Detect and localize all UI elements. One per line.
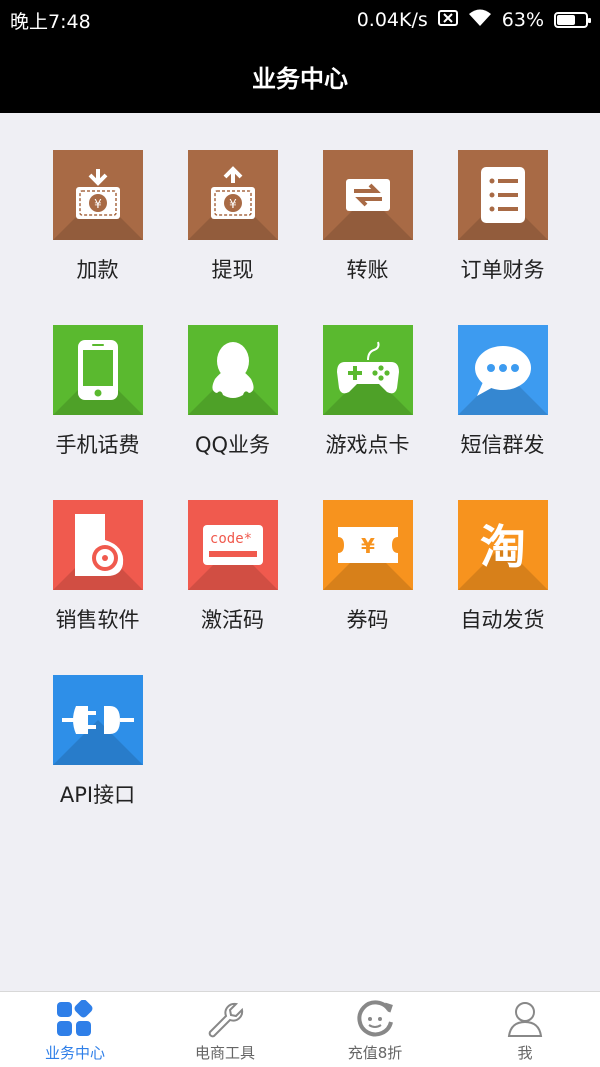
tile-sell-software[interactable]: 销售软件 (30, 500, 165, 660)
order-list-icon (480, 167, 525, 223)
header: 业务中心 (0, 40, 600, 113)
wallet-deposit-icon: ¥ (75, 169, 120, 219)
wifi-icon (468, 9, 492, 32)
tile-mobile-topup[interactable]: 手机话费 (30, 325, 165, 485)
status-indicators: 0.04K/s 63% (356, 9, 591, 32)
network-speed: 0.04K/s (356, 9, 428, 31)
sms-bubble-icon (474, 346, 531, 396)
tile-add-funds[interactable]: ¥ 加款 (30, 150, 165, 310)
tile-label: 订单财务 (460, 258, 545, 282)
nav-item-business-center[interactable]: 业务中心 (0, 992, 150, 1067)
coupon-icon: ¥ (337, 527, 398, 563)
tile-icon-bg (322, 150, 413, 240)
tile-label: 短信群发 (460, 433, 545, 457)
svg-text:code*: code* (209, 531, 251, 547)
tile-qq-service[interactable]: QQ业务 (165, 325, 300, 485)
tile-icon-bg (457, 325, 548, 415)
tile-label: 手机话费 (55, 433, 140, 457)
tile-label: 自动发货 (460, 608, 545, 632)
tile-withdraw[interactable]: ¥ 提现 (165, 150, 300, 310)
tile-label: 转账 (346, 258, 389, 282)
software-disc-icon (74, 514, 123, 576)
taobao-icon: 淘 (480, 520, 526, 573)
person-icon (507, 1002, 543, 1037)
tile-icon-bg (52, 325, 143, 415)
svg-text:¥: ¥ (94, 197, 102, 211)
grid-apps-icon (57, 1000, 93, 1036)
nav-item-recharge-discount[interactable]: 充值8折 (300, 992, 450, 1067)
battery-percent: 63% (501, 9, 544, 31)
nav-label: 电商工具 (194, 1044, 255, 1062)
nav-label: 充值8折 (347, 1044, 403, 1062)
no-sim-icon (437, 9, 458, 31)
tile-label: 游戏点卡 (325, 433, 410, 457)
battery-icon (554, 12, 591, 28)
svg-text:¥: ¥ (229, 197, 237, 211)
tile-icon-bg: ¥ (187, 150, 278, 240)
phone-icon (77, 340, 118, 400)
tile-label: 提现 (211, 258, 254, 282)
page-title: 业务中心 (252, 65, 348, 93)
nav-item-me[interactable]: 我 (450, 992, 600, 1067)
tile-sms-bulk[interactable]: 短信群发 (435, 325, 570, 485)
tile-label: 券码 (346, 608, 389, 632)
status-bar: 晚上7:48 0.04K/s 63% (0, 0, 600, 40)
status-time: 晚上7:48 (10, 10, 91, 33)
gamepad-icon (336, 341, 399, 394)
tile-label: API接口 (59, 783, 136, 807)
smiley-face-icon (357, 1000, 393, 1037)
tile-game-cards[interactable]: 游戏点卡 (300, 325, 435, 485)
transfer-icon (345, 179, 390, 211)
nav-item-ecommerce-tools[interactable]: 电商工具 (150, 992, 300, 1067)
tile-auto-ship[interactable]: 淘 自动发货 (435, 500, 570, 660)
svg-text:¥: ¥ (361, 534, 375, 558)
bottom-nav: 业务中心 电商工具 充值8折 我 (0, 991, 600, 1067)
tile-icon-bg: ¥ (52, 150, 143, 240)
tile-icon-bg: 淘 (457, 500, 548, 590)
api-plug-icon (61, 706, 134, 734)
svg-text:淘: 淘 (480, 520, 526, 573)
nav-label: 我 (517, 1044, 533, 1062)
tile-label: QQ业务 (194, 433, 271, 457)
tile-icon-bg (52, 675, 143, 765)
tile-label: 加款 (76, 258, 119, 282)
tile-icon-bg (52, 500, 143, 590)
tile-icon-bg (187, 325, 278, 415)
tile-icon-bg: code* (187, 500, 278, 590)
activation-code-icon: code* (202, 525, 263, 565)
tile-api[interactable]: API接口 (30, 675, 165, 835)
tile-label: 激活码 (201, 608, 264, 632)
wrench-icon (208, 1002, 244, 1038)
qq-penguin-icon (211, 342, 254, 398)
tile-icon-bg (457, 150, 548, 240)
wallet-withdraw-icon: ¥ (210, 166, 255, 219)
tile-coupon-code[interactable]: ¥ 券码 (300, 500, 435, 660)
tile-activation-code[interactable]: code* 激活码 (165, 500, 300, 660)
nav-label: 业务中心 (44, 1044, 105, 1062)
tile-transfer[interactable]: 转账 (300, 150, 435, 310)
tile-icon-bg (322, 325, 413, 415)
tile-label: 销售软件 (55, 608, 140, 632)
tile-icon-bg: ¥ (322, 500, 413, 590)
tile-order-finance[interactable]: 订单财务 (435, 150, 570, 310)
